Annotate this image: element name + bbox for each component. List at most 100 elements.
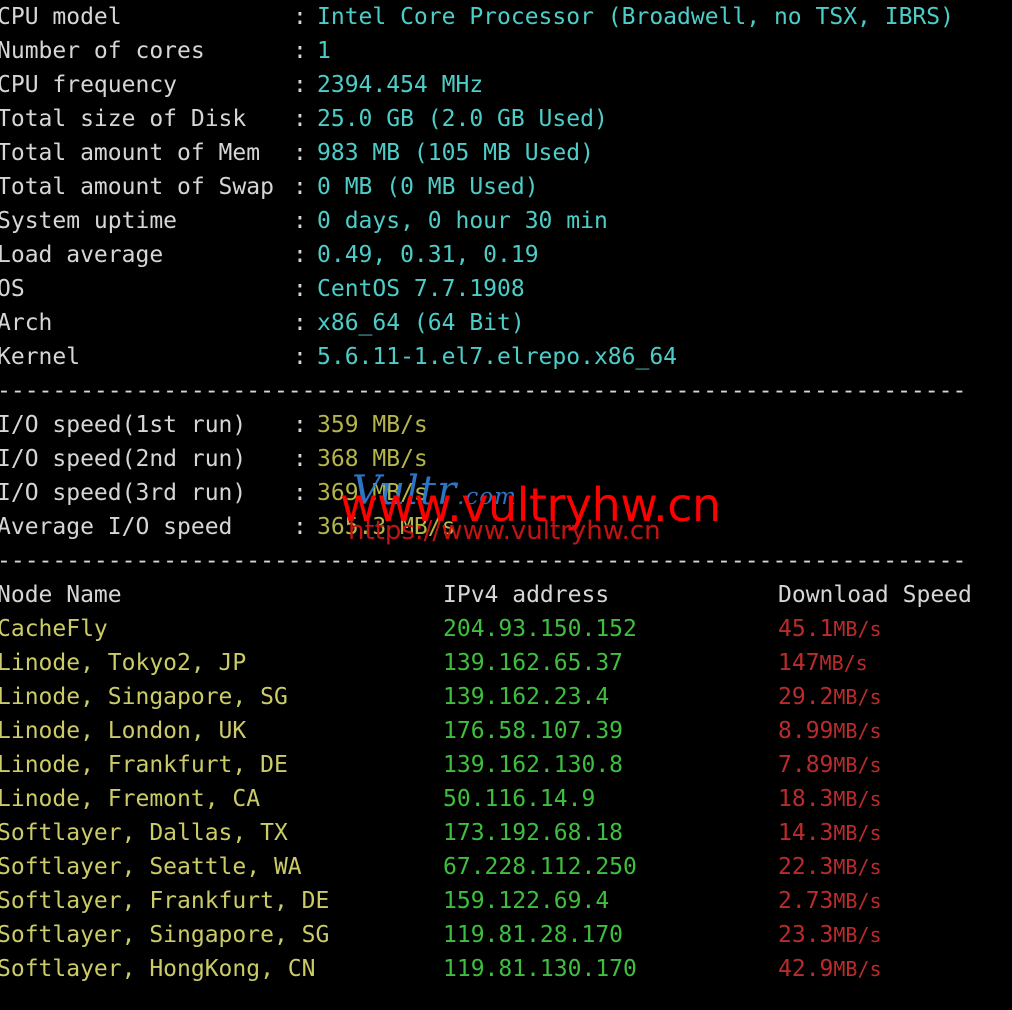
speed-unit: MB/s [819, 651, 868, 675]
cell-node-name: Softlayer, Frankfurt, DE [0, 888, 330, 914]
info-value: Intel Core Processor (Broadwell, no TSX,… [317, 4, 954, 30]
system-info-block: CPU model: Intel Core Processor (Broadwel… [0, 0, 1012, 374]
io-colon: : [293, 514, 307, 540]
io-speed-row: I/O speed(3rd run):369 MB/s [0, 476, 1012, 510]
table-row: Softlayer, Frankfurt, DE 159.122.69.4 2.73… [0, 884, 1012, 918]
info-value: CentOS 7.7.1908 [317, 276, 525, 302]
table-row: Linode, London, UK 176.58.107.39 8.99MB/s [0, 714, 1012, 748]
io-speed-row: Average I/O speed:365.3 MB/s [0, 510, 1012, 544]
info-colon: : [293, 174, 307, 200]
column-header-download-speed: Download Speed [778, 582, 972, 608]
column-header-ipv4-address: IPv4 address [443, 582, 610, 608]
io-value: 369 MB/s [317, 480, 428, 506]
info-value: 1 [317, 38, 331, 64]
speed-value: 147 [778, 650, 820, 676]
info-value: 983 MB (105 MB Used) [317, 140, 594, 166]
info-label: System uptime [0, 208, 178, 234]
cell-download-speed: 2.73MB/s [778, 884, 882, 918]
cell-download-speed: 42.9MB/s [778, 952, 882, 986]
speed-unit: MB/s [833, 889, 882, 913]
speed-value: 2.73 [778, 888, 834, 914]
cell-node-name: Softlayer, Dallas, TX [0, 820, 288, 846]
cell-download-speed: 147MB/s [778, 646, 868, 680]
io-value: 368 MB/s [317, 446, 428, 472]
info-label: Number of cores [0, 38, 205, 64]
io-colon: : [293, 446, 307, 472]
speed-value: 18.3 [778, 786, 834, 812]
speed-value: 7.89 [778, 752, 834, 778]
info-label: Arch [0, 310, 53, 336]
info-colon: : [293, 140, 307, 166]
cell-ipv4-address: 119.81.130.170 [443, 956, 637, 982]
io-value: 359 MB/s [317, 412, 428, 438]
cell-node-name: Softlayer, HongKong, CN [0, 956, 316, 982]
table-row: Linode, Singapore, SG 139.162.23.4 29.2MB/… [0, 680, 1012, 714]
cell-download-speed: 14.3MB/s [778, 816, 882, 850]
cell-ipv4-address: 139.162.65.37 [443, 650, 624, 676]
info-colon: : [293, 276, 307, 302]
speed-unit: MB/s [833, 753, 882, 777]
cell-ipv4-address: 119.81.28.170 [443, 922, 624, 948]
speed-value: 42.9 [778, 956, 834, 982]
cell-ipv4-address: 50.116.14.9 [443, 786, 596, 812]
speed-value: 29.2 [778, 684, 834, 710]
info-row: CPU frequency:2394.454 MHz [0, 68, 1012, 102]
info-row: CPU model: Intel Core Processor (Broadwel… [0, 0, 1012, 34]
speed-value: 8.99 [778, 718, 834, 744]
io-speed-block: I/O speed(1st run):359 MB/s I/O speed(2nd… [0, 408, 1012, 544]
cell-download-speed: 45.1MB/s [778, 612, 882, 646]
table-row: Softlayer, Dallas, TX 173.192.68.18 14.3MB… [0, 816, 1012, 850]
cell-node-name: Linode, London, UK [0, 718, 247, 744]
speed-unit: MB/s [833, 923, 882, 947]
info-label: Kernel [0, 344, 81, 370]
cell-node-name: Linode, Frankfurt, DE [0, 752, 288, 778]
table-row: Softlayer, HongKong, CN 119.81.130.170 42.… [0, 952, 1012, 986]
speed-unit: MB/s [833, 787, 882, 811]
info-label: CPU model [0, 4, 122, 30]
info-label: CPU frequency [0, 72, 178, 98]
info-row: Total amount of Mem:983 MB (105 MB Used) [0, 136, 1012, 170]
info-row: Total amount of Swap:0 MB (0 MB Used) [0, 170, 1012, 204]
table-header-row: Node Name IPv4 address Download Speed [0, 578, 1012, 612]
speed-unit: MB/s [833, 719, 882, 743]
info-value: 5.6.11-1.el7.elrepo.x86_64 [317, 344, 678, 370]
table-row: Linode, Frankfurt, DE 139.162.130.8 7.89MB… [0, 748, 1012, 782]
terminal-window: CPU model: Intel Core Processor (Broadwel… [0, 0, 1012, 1010]
io-value: 365.3 MB/s [317, 514, 456, 540]
cell-node-name: Linode, Fremont, CA [0, 786, 261, 812]
speed-unit: MB/s [833, 685, 882, 709]
info-label: Total amount of Swap [0, 174, 274, 200]
separator-line-1: ----------------------------------------… [0, 378, 967, 404]
io-speed-row: I/O speed(1st run):359 MB/s [0, 408, 1012, 442]
info-row: Load average:0.49, 0.31, 0.19 [0, 238, 1012, 272]
cell-ipv4-address: 176.58.107.39 [443, 718, 624, 744]
io-label: I/O speed(2nd run) [0, 446, 247, 472]
separator-line-2: ----------------------------------------… [0, 548, 967, 574]
io-colon: : [293, 480, 307, 506]
cell-download-speed: 23.3MB/s [778, 918, 882, 952]
cell-ipv4-address: 159.122.69.4 [443, 888, 610, 914]
table-row: CacheFly 204.93.150.152 45.1MB/s [0, 612, 1012, 646]
info-row: System uptime:0 days, 0 hour 30 min [0, 204, 1012, 238]
info-row: Arch: x86_64 (64 Bit) [0, 306, 1012, 340]
info-value: 25.0 GB (2.0 GB Used) [317, 106, 608, 132]
info-row: Total size of Disk:25.0 GB (2.0 GB Used) [0, 102, 1012, 136]
speed-value: 45.1 [778, 616, 834, 642]
node-speed-table: Node Name IPv4 address Download Speed Ca… [0, 578, 1012, 986]
info-colon: : [293, 106, 307, 132]
speed-unit: MB/s [833, 821, 882, 845]
cell-download-speed: 7.89MB/s [778, 748, 882, 782]
info-colon: : [293, 38, 307, 64]
io-label: Average I/O speed [0, 514, 233, 540]
table-row: Linode, Fremont, CA 50.116.14.9 18.3MB/s [0, 782, 1012, 816]
info-value: 0 MB (0 MB Used) [317, 174, 539, 200]
cell-node-name: Softlayer, Singapore, SG [0, 922, 330, 948]
info-row: Number of cores:1 [0, 34, 1012, 68]
column-header-node-name: Node Name [0, 582, 122, 608]
cell-ipv4-address: 67.228.112.250 [443, 854, 637, 880]
info-colon: : [293, 344, 307, 370]
io-label: I/O speed(1st run) [0, 412, 247, 438]
cell-ipv4-address: 173.192.68.18 [443, 820, 624, 846]
info-value: x86_64 (64 Bit) [317, 310, 525, 336]
io-colon: : [293, 412, 307, 438]
